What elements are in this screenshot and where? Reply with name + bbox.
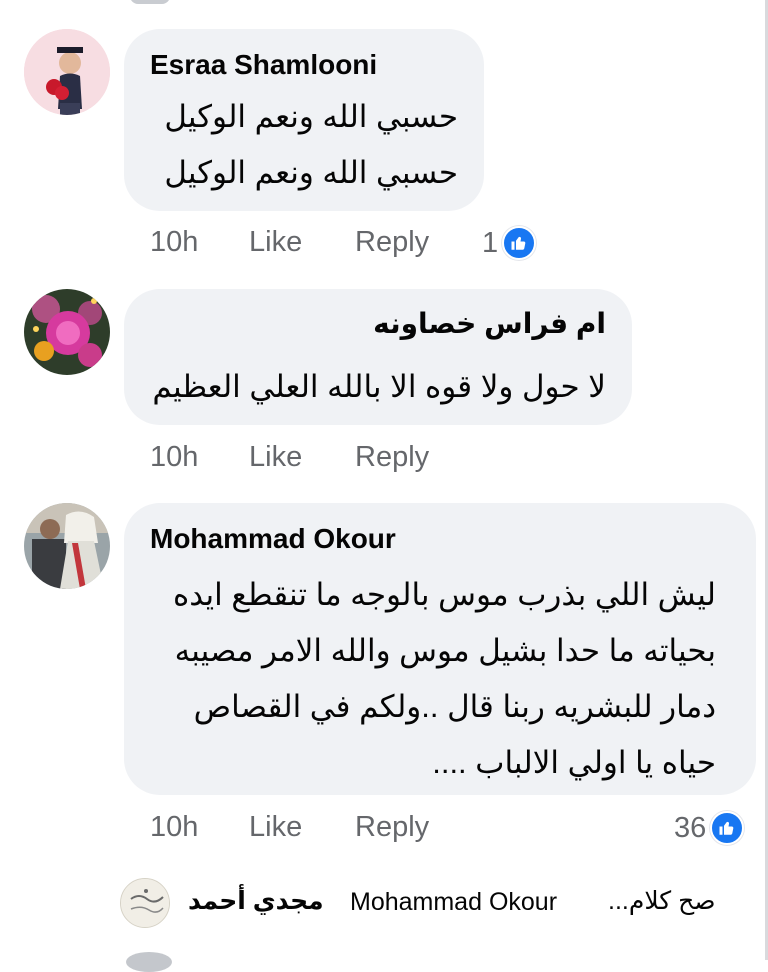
avatar-mohammad-okour[interactable]	[24, 503, 110, 589]
partial-next-avatar	[126, 952, 172, 972]
avatar-esraa[interactable]	[24, 29, 110, 115]
reply-mention[interactable]: Mohammad Okour	[350, 888, 557, 917]
comment-line: بحياته ما حدا بشيل موس والله الامر مصيبه	[174, 633, 716, 668]
like-icon	[710, 811, 745, 845]
child-graduate-avatar-image	[24, 29, 110, 115]
comment-actions: 10h Like Reply	[150, 441, 429, 474]
reply-button[interactable]: Reply	[355, 441, 429, 474]
comment-author[interactable]: Mohammad Okour	[150, 523, 396, 555]
partial-avatar-top	[130, 0, 170, 4]
comment-actions: 10h Like Reply	[150, 811, 429, 844]
reply-text: صح كلام...	[608, 887, 716, 915]
comment-bubble[interactable]: Esraa Shamlooni حسبي الله ونعم الوكيل حس…	[124, 29, 484, 211]
calligraphy-avatar-image	[121, 879, 169, 927]
comment-line: حسبي الله ونعم الوكيل	[164, 99, 458, 134]
comment-author[interactable]: ام فراس خصاونه	[373, 307, 606, 340]
comment-time[interactable]: 10h	[150, 811, 249, 844]
reaction-count: 1	[482, 226, 499, 259]
comment-line: ليش اللي بذرب موس بالوجه ما تنقطع ايده	[173, 577, 716, 612]
like-button[interactable]: Like	[249, 226, 355, 259]
comment-time[interactable]: 10h	[150, 226, 249, 259]
reaction-summary[interactable]: 36	[674, 811, 745, 845]
reply-preview[interactable]: مجدي أحمد Mohammad Okour صح كلام...	[120, 878, 740, 928]
comment-actions: 10h Like Reply	[150, 226, 429, 259]
avatar-om-feras[interactable]	[24, 289, 110, 375]
comment-line: دمار للبشريه ربنا قال ..ولكم في القصاص	[193, 689, 716, 724]
comment-line: حسبي الله ونعم الوكيل	[164, 155, 458, 190]
like-button[interactable]: Like	[249, 811, 355, 844]
flower-avatar-image	[24, 289, 110, 375]
reply-button[interactable]: Reply	[355, 226, 429, 259]
reply-author[interactable]: مجدي أحمد	[188, 886, 324, 916]
comment-bubble[interactable]: Mohammad Okour ليش اللي بذرب موس بالوجه …	[124, 503, 756, 795]
reaction-summary[interactable]: 1	[482, 226, 537, 260]
comment-line: حياه يا اولي الالباب ....	[432, 745, 716, 780]
comment-line: لا حول ولا قوه الا بالله العلي العظيم	[152, 369, 606, 404]
reply-avatar[interactable]	[120, 878, 170, 928]
reaction-count: 36	[674, 811, 707, 844]
reply-button[interactable]: Reply	[355, 811, 429, 844]
comment-bubble[interactable]: ام فراس خصاونه لا حول ولا قوه الا بالله …	[124, 289, 632, 425]
comment-author[interactable]: Esraa Shamlooni	[150, 49, 377, 81]
comment-time[interactable]: 10h	[150, 441, 249, 474]
like-button[interactable]: Like	[249, 441, 355, 474]
like-icon	[502, 226, 537, 260]
men-photo-avatar-image	[24, 503, 110, 589]
